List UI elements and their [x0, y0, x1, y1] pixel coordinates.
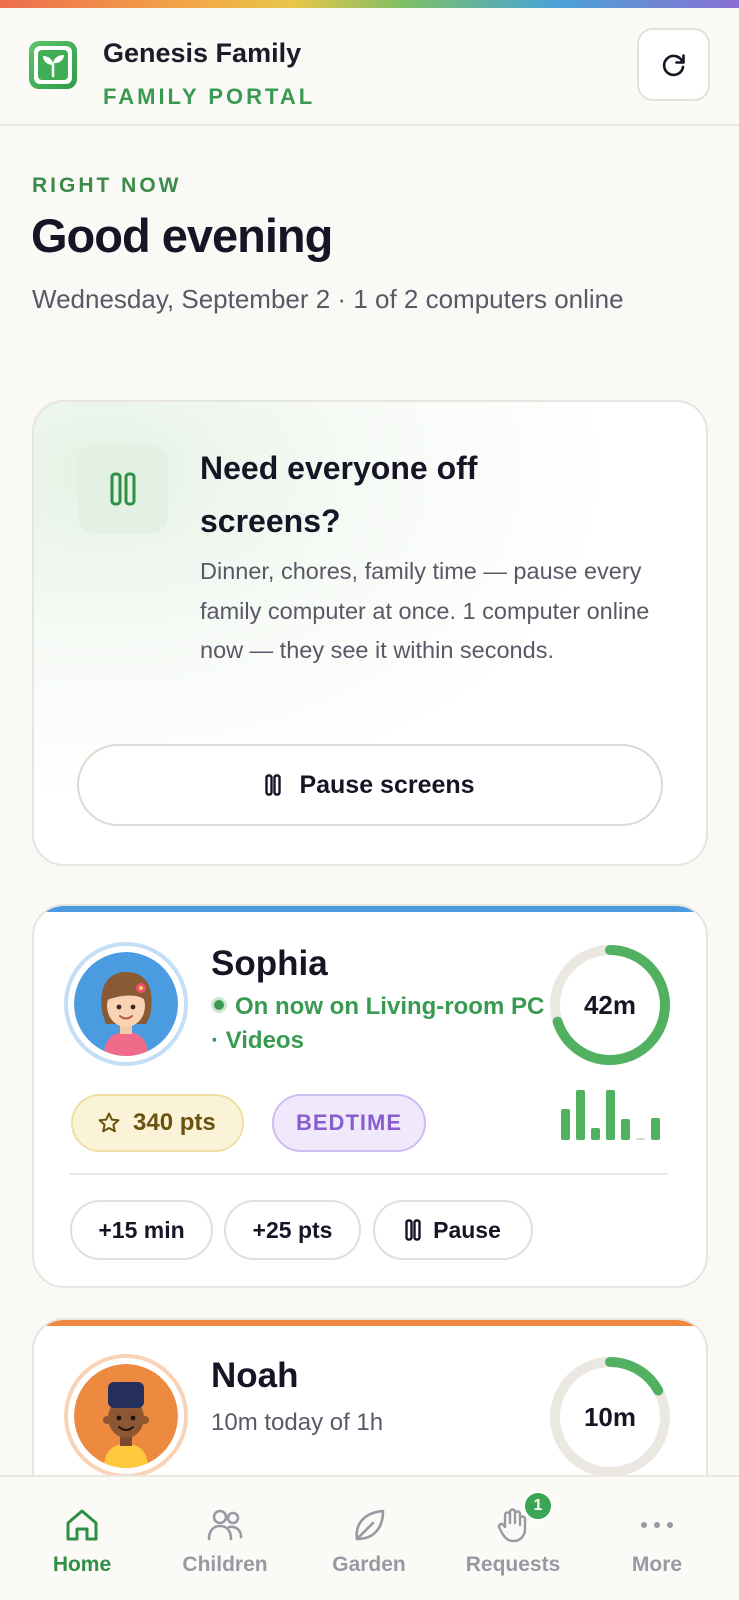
pause-icon: [110, 472, 136, 506]
leaf-icon: [355, 1509, 385, 1541]
app-logo: [29, 41, 77, 89]
star-icon: [98, 1112, 120, 1133]
screen-time-label: 10m: [583, 1401, 637, 1432]
pause-screens-button[interactable]: Pause screens: [77, 744, 663, 826]
refresh-button[interactable]: [637, 28, 710, 101]
tab-requests[interactable]: 1 Requests: [443, 1477, 583, 1600]
home-icon: [66, 1509, 98, 1541]
tab-label: Garden: [332, 1553, 406, 1576]
child-status: On now on Living-room PC · Videos: [211, 990, 551, 1058]
tab-garden[interactable]: Garden: [299, 1477, 439, 1600]
add-time-button[interactable]: +15 min: [70, 1200, 213, 1260]
bedtime-badge: BEDTIME: [272, 1094, 426, 1152]
child-status: 10m today of 1h: [211, 1409, 384, 1436]
pause-icon: [265, 774, 282, 796]
avatar: [74, 952, 178, 1056]
tab-label: More: [631, 1553, 683, 1576]
pause-card-icon: [78, 444, 168, 534]
child-name: Noah: [211, 1356, 299, 1395]
child-name: Sophia: [211, 944, 328, 983]
tab-children[interactable]: Children: [155, 1477, 295, 1600]
activity-bar: [606, 1090, 615, 1140]
tab-home[interactable]: Home: [12, 1477, 152, 1600]
bottom-tab-bar: Home Children Garden 1 Requests More: [0, 1475, 739, 1600]
activity-bars: [561, 1088, 666, 1140]
more-icon: [641, 1522, 673, 1528]
activity-bar: [636, 1137, 645, 1140]
children-icon: [207, 1509, 243, 1541]
top-accent-bar: [0, 0, 739, 8]
pause-screens-label: Pause screens: [299, 770, 475, 799]
brand-subtitle: FAMILY PORTAL: [103, 84, 316, 109]
tab-more[interactable]: More: [587, 1477, 727, 1600]
activity-bar: [621, 1119, 630, 1140]
requests-count-badge: 1: [523, 1491, 553, 1521]
add-points-button[interactable]: +25 pts: [224, 1200, 361, 1260]
tab-label: Home: [52, 1553, 112, 1576]
date-status-line: Wednesday, September 2 · 1 of 2 computer…: [32, 284, 624, 314]
child-accent-bar: [34, 906, 706, 912]
screen-time-ring: 10m: [545, 1352, 675, 1482]
avatar: [74, 1364, 178, 1468]
greeting-title: Good evening: [31, 209, 333, 262]
activity-bar: [651, 1118, 660, 1140]
points-chip: 340 pts: [71, 1094, 244, 1152]
child-card-sophia[interactable]: Sophia On now on Living-room PC · Videos…: [32, 904, 708, 1288]
activity-bar: [576, 1090, 585, 1140]
points-value: 340 pts: [133, 1109, 216, 1136]
app-header: Genesis Family FAMILY PORTAL: [0, 8, 739, 126]
sprout-icon: [38, 50, 68, 80]
refresh-icon: [662, 53, 685, 76]
child-status-text: On now on Living-room PC · Videos: [211, 993, 545, 1054]
pause-child-button[interactable]: Pause: [373, 1200, 533, 1260]
tab-label: Requests: [465, 1553, 561, 1576]
screen-time-label: 42m: [583, 989, 637, 1020]
activity-bar: [561, 1109, 570, 1140]
child-avatar-ring: [64, 1354, 188, 1478]
section-eyebrow: RIGHT NOW: [32, 174, 182, 197]
child-accent-bar: [34, 1320, 706, 1326]
child-avatar-ring: [64, 942, 188, 1066]
pause-child-label: Pause: [433, 1216, 501, 1243]
pause-icon: [405, 1219, 421, 1241]
pause-card-title: Need everyone off screens?: [200, 450, 478, 539]
online-status-dot: [211, 997, 227, 1013]
pause-card-description: Dinner, chores, family time — pause ever…: [200, 558, 650, 663]
tab-label: Children: [182, 1553, 268, 1576]
card-divider: [70, 1173, 668, 1175]
activity-bar: [591, 1127, 600, 1140]
brand-name: Genesis Family: [103, 38, 302, 68]
pause-all-card: Need everyone off screens? Dinner, chore…: [32, 400, 708, 866]
screen-time-ring: 42m: [545, 940, 675, 1070]
